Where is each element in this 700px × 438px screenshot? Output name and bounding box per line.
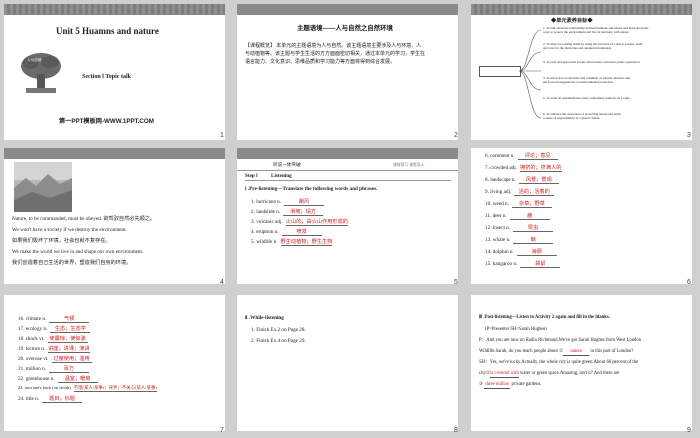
post-listening-title: Ⅲ .Post-listening—Listen to Activity 2 a… [479, 315, 610, 320]
blank-2: is covered with [490, 371, 519, 379]
slide-4-top-band [4, 148, 225, 159]
vocab-item-6: 6. comment n. 评论；意见 [485, 152, 558, 160]
page-number-8: 8 [454, 427, 458, 434]
target-line-4: and scan for the main idea and detailed … [543, 46, 612, 50]
mindmap-connectors [519, 29, 541, 119]
slide-thumbnail-2[interactable]: 主题语境——人与自然之自然环境 【课程概览】 本单元的主题语境为人与自然。该主题… [237, 4, 458, 140]
slide-thumbnail-9[interactable]: Ⅲ .Post-listening—Listen to Activity 2 a… [471, 295, 692, 431]
vocab-item-2: 2. landslide n. 滑坡；塌方 [251, 208, 324, 216]
dialog-line-1: P：And you are now on Radio Richmond.We'v… [479, 338, 642, 343]
vocab-item-21: 21. million n. 百万 [18, 365, 89, 373]
slide-5-top-band [237, 148, 458, 159]
page-number-9: 9 [687, 427, 691, 434]
vocab-item-3: 3. volcanic adj. 火山的；由火山作用形成的 [251, 219, 348, 226]
landscape-photo [14, 162, 72, 212]
slide-thumbnail-6[interactable]: 6. comment n. 评论；意见 7. crowded adj. 拥挤的；挤满… [471, 148, 692, 284]
target-line-8: 5. To write an argumentative essay expre… [543, 96, 631, 100]
while-listening-item-2: 2. Finish Ex.4 on Page 29. [251, 338, 306, 344]
quote-line-3: 如果我们毁坏了环境，社会也就不复存在。 [12, 238, 111, 244]
vocab-item-5: 5. wildlife n. 野生动植物；野生生物 [251, 239, 333, 246]
slide-1-top-band [4, 4, 225, 15]
page-number-5: 5 [454, 279, 458, 286]
dialog-line-5: ③ three million private gardens. [479, 382, 541, 390]
vocab-item-23: 23. turn one's back (on sb/sth) 不理(某人/某事)… [18, 385, 157, 392]
vocab-item-1: 1. hurricane n. 飓风 [251, 198, 324, 206]
page-number-6: 6 [687, 279, 691, 286]
slide-thumbnail-4[interactable]: Nature, to be commanded, must be obeyed.… [4, 148, 225, 284]
slide-thumbnail-3[interactable]: ◆单元素养目标◆ 1. To talk about the relationsh… [471, 4, 692, 140]
vocab-item-12: 12. insect n. 昆虫 [485, 224, 554, 232]
slide-thumbnail-5[interactable]: 听说一体突破 课前预习 课堂导入 Step Ⅰ Listening Ⅰ .Pre… [237, 148, 458, 284]
dialog-line-4: city②is covered with water or green spac… [479, 371, 619, 379]
pre-listening-title: Ⅰ .Pre-listening—Translate the following… [245, 186, 378, 192]
dialog-line-2: Wildlife.Sarah, do you teach people abou… [479, 349, 633, 357]
target-line-5: 3. To read and appreciate poems about na… [543, 60, 641, 64]
mindmap-center-node [479, 66, 521, 77]
blank-3: three million [484, 382, 511, 390]
page-number-7: 7 [220, 427, 224, 434]
quote-line-1: Nature, to be commanded, must be obeyed.… [12, 216, 156, 222]
slide-5-tab-right: 课前预习 课堂导入 [393, 163, 425, 167]
speaker-roles: (P=Presenter SH=Sarah Hughes) [485, 327, 547, 332]
slide-2-heading: 主题语境——人与自然之自然环境 [297, 25, 393, 32]
slide-3-top-band [471, 4, 692, 15]
page-number-2: 2 [454, 132, 458, 139]
slide-2-paragraph-line-1: 【课程概览】 本单元的主题语境为人与自然。该主题语境主要涉及人与环境、人 [245, 44, 422, 49]
slide-2-paragraph-line-3: 语言能力、文化意识、思维品质和学习能力等方面将得到综合发展。 [245, 60, 396, 65]
target-line-10: a sense of responsibility as a global ci… [543, 116, 601, 120]
quote-line-5: 我们创造着自己生活的世界，塑造我们自身的环境。 [12, 260, 132, 266]
page-number-4: 4 [220, 279, 224, 286]
tree-label: 人与自然 [27, 58, 42, 62]
vocab-item-10: 10. weed n. 杂草；野草 [485, 200, 552, 208]
vocab-item-4: 4. eruption n. 喷发 [251, 228, 322, 236]
vocab-item-15: 15. kangaroo n. 袋鼠 [485, 260, 561, 268]
quote-line-4: We make the world we live in and shape o… [12, 249, 144, 255]
target-line-2: ways to protect the environment and live… [543, 30, 630, 34]
slide-5-tab: 听说一体突破 [273, 162, 301, 167]
vocab-item-19: 19. lecture n. 讲座；讲课；演讲 [18, 346, 90, 353]
page-number-1: 1 [220, 132, 224, 139]
vocab-item-13: 13. whale n. 鲸 [485, 236, 554, 244]
vocab-item-17: 17. ecology n. 生态；生态学 [18, 325, 91, 333]
slide-thumbnail-7[interactable]: 16. climate n. 气候 17. ecology n. 生态；生态学 18… [4, 295, 225, 431]
vocab-item-8: 8. landscape n. 风景；景观 [485, 176, 559, 184]
vocab-item-20: 20. overuse vt. 过度使用；滥用 [18, 356, 92, 363]
vocab-item-22: 22. greenhouse n. 温室；暖房 [18, 375, 98, 383]
slide-thumbnail-8[interactable]: Ⅱ .While-listening 1. Finish Ex.2 on Pag… [237, 295, 458, 431]
vocab-item-24: 24. title n. 题目；标题 [18, 395, 83, 403]
slide-2-paragraph-line-2: 与动植物等。该主题与学生生活的方方面面密切相关，通过本单元的学习，学生在 [245, 52, 426, 57]
slide-5-tab-bar [237, 161, 458, 171]
vocab-item-14: 14. dolphin n. 海豚 [485, 248, 557, 256]
blank-1: nature [563, 349, 590, 357]
slide-thumbnail-1[interactable]: Unit 5 Huamns and nature 人与自然 Section Ⅰ … [4, 4, 225, 140]
while-listening-item-1: 1. Finish Ex.2 on Page 28. [251, 327, 306, 333]
quote-line-2: We won't have a society if we destroy th… [12, 227, 127, 233]
dialog-line-3: SH：Yes, we're lucky.Actually, the whole … [479, 360, 639, 365]
slide-3-header: ◆单元素养目标◆ [551, 18, 593, 24]
while-listening-title: Ⅱ .While-listening [245, 315, 284, 321]
vocab-item-9: 9. living adj. 活的；活着的 [485, 188, 555, 196]
step-label: Step Ⅰ [245, 173, 258, 179]
step-underline [245, 180, 451, 181]
vocab-item-11: 11. deer n. 鹿 [485, 212, 550, 220]
vocab-item-18: 18. shock vt. 使震惊；使惊骇 [18, 336, 88, 343]
page-number-3: 3 [687, 132, 691, 139]
slide-1-brand: 第一PPT模板网-WWW.1PPT.COM [59, 118, 154, 125]
slide-2-top-band [237, 4, 458, 15]
step-title: Listening [271, 173, 292, 179]
slide-1-section: Section Ⅰ Topic talk [82, 74, 131, 80]
slide-1-title: Unit 5 Huamns and nature [56, 26, 159, 36]
vocab-item-16: 16. climate n. 气候 [18, 315, 90, 323]
vocab-item-7: 7. crowded adj. 拥挤的；挤满人的 [485, 165, 562, 172]
target-line-7: put forward suggestions on environmental… [543, 80, 614, 84]
